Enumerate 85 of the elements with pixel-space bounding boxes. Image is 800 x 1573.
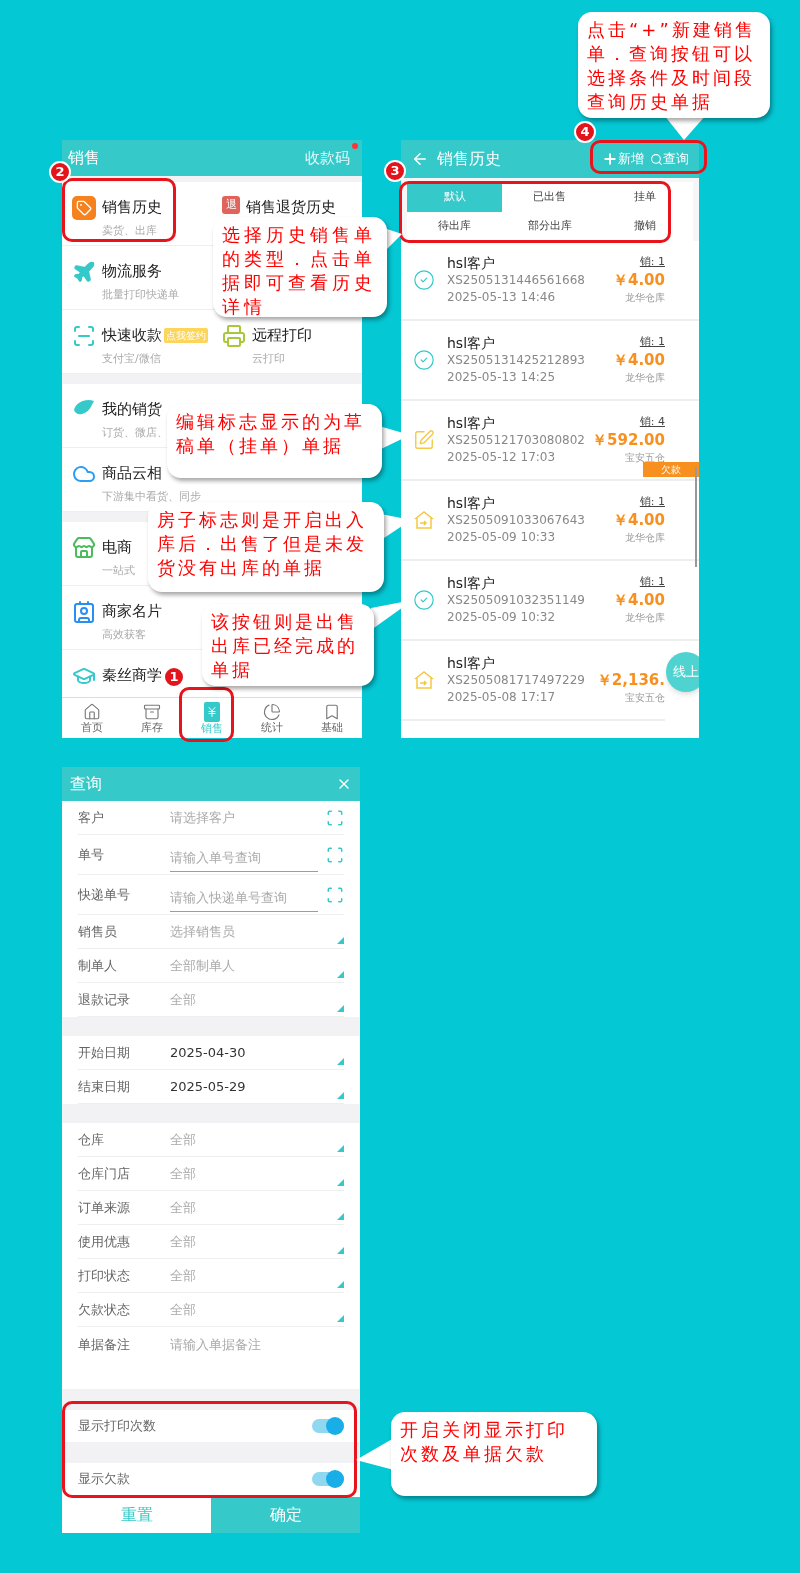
field-label: 开始日期 (78, 1043, 131, 1062)
order-number: XS2505131446561668 (447, 271, 585, 289)
menu-item-title: 我的销货 (102, 399, 162, 420)
order-number: XS2505121703080802 (447, 431, 585, 449)
header-title: 查询 (70, 773, 102, 795)
order-date: 2025-05-08 17:17 (447, 688, 557, 706)
field-label: 订单来源 (78, 1198, 131, 1217)
order-date: 2025-05-09 10:32 (447, 608, 557, 626)
order-amount: ￥2,136. (596, 671, 665, 689)
warehouse-name: 龙华仓库 (625, 611, 665, 625)
order-number: XS2505131425212893 (447, 351, 585, 369)
customer-name: hsl客户 (447, 254, 497, 272)
menu-item-subtitle: 卖货、出库 (102, 222, 158, 239)
customer-name: hsl客户 (447, 494, 497, 512)
menu-item-title: 快速收款 (102, 325, 162, 346)
order-number: XS2505081717497229 (447, 671, 585, 689)
warehouse-name: 龙华仓库 (625, 371, 665, 385)
item-count: 销: 1 (639, 334, 665, 350)
field-label: 仓库门店 (78, 1164, 131, 1183)
step-marker: 2 (49, 161, 71, 183)
order-date: 2025-05-13 14:46 (447, 288, 557, 306)
annotation-tooltip: 编辑标志显示的为草稿单（挂单）单据 (167, 404, 382, 478)
order-amount: ￥592.00 (592, 431, 665, 449)
header-title: 销售历史 (437, 148, 501, 170)
order-date: 2025-05-13 14:25 (447, 368, 557, 386)
menu-item-subtitle: 订货、微店、 (102, 424, 168, 441)
field-label: 快递单号 (78, 885, 131, 904)
step-marker: 4 (574, 121, 596, 143)
order-amount: ￥4.00 (613, 511, 665, 529)
warehouse-name: 龙华仓库 (625, 291, 665, 305)
promo-tag: 点我签约 (164, 327, 208, 343)
menu-item-title: 商家名片 (102, 601, 162, 622)
field-label: 退款记录 (78, 990, 131, 1009)
order-amount: ￥4.00 (613, 271, 665, 289)
menu-item-subtitle: 支付宝/微信 (102, 350, 162, 367)
menu-item-subtitle: 一站式 (102, 562, 135, 579)
annotation-tooltip: 选择历史销售单的类型．点击单据即可查看历史详情 (213, 217, 387, 317)
field-label: 结束日期 (78, 1077, 131, 1096)
step-marker: 3 (384, 160, 406, 182)
warehouse-name: 宝安五仓 (625, 691, 665, 705)
debt-tag: 欠款 (643, 462, 699, 477)
annotation-tooltip: 点击“+”新建销售单．查询按钮可以选择条件及时间段查询历史单据 (578, 12, 770, 118)
menu-item-title: 秦丝商学 (102, 665, 162, 686)
order-amount: ￥4.00 (613, 591, 665, 609)
return-badge: 退 (222, 196, 240, 214)
item-count: 销: 1 (639, 494, 665, 510)
warehouse-name: 龙华仓库 (625, 531, 665, 545)
header-title: 销售 (68, 147, 100, 169)
item-count: 销: 1 (639, 254, 665, 270)
customer-name: hsl客户 (447, 654, 497, 672)
customer-name: hsl客户 (447, 334, 497, 352)
menu-item-title: 远程打印 (252, 325, 312, 346)
annotation-tooltip: 房子标志则是开启出入库后．出售了但是未发货没有出库的单据 (148, 502, 384, 592)
customer-name: hsl客户 (447, 574, 497, 592)
menu-item-title: 销售退货历史 (246, 197, 336, 218)
toggle-label: 显示打印次数 (78, 1417, 156, 1436)
field-label: 单号 (78, 845, 105, 864)
menu-item-subtitle: 批量打印快递单 (102, 286, 179, 303)
warehouse-name: 宝安五仓 (625, 451, 665, 465)
field-label: 使用优惠 (78, 1232, 131, 1251)
menu-item-title: 物流服务 (102, 261, 162, 282)
menu-item-subtitle: 下游集中看货、同步 (102, 488, 201, 505)
annotation-tooltip: 该按钮则是出售出库已经完成的单据 (202, 604, 374, 686)
order-amount: ￥4.00 (613, 351, 665, 369)
toggle-label: 显示欠款 (78, 1470, 130, 1489)
field-label: 客户 (78, 808, 105, 827)
item-count: 销: 1 (639, 574, 665, 590)
item-count: 销: 4 (639, 414, 665, 430)
order-date: 2025-05-12 17:03 (447, 448, 557, 466)
field-label: 销售员 (78, 922, 118, 941)
order-date: 2025-05-09 10:33 (447, 528, 557, 546)
order-number: XS2505091032351149 (447, 591, 585, 609)
menu-item-subtitle: 云打印 (252, 350, 286, 367)
menu-item-subtitle: 高效获客 (102, 626, 147, 643)
customer-name: hsl客户 (447, 414, 497, 432)
order-number: XS2505091033067643 (447, 511, 585, 529)
field-label: 仓库 (78, 1130, 105, 1149)
field-label: 打印状态 (78, 1266, 131, 1285)
menu-item-title: 电商 (102, 537, 132, 558)
annotation-tooltip: 开启关闭显示打印次数及单据欠款 (391, 1412, 597, 1496)
menu-item-title: 销售历史 (102, 197, 162, 218)
field-label: 欠款状态 (78, 1300, 131, 1319)
field-label: 单据备注 (78, 1336, 131, 1354)
menu-item-title: 商品云相 (102, 463, 162, 484)
field-label: 制单人 (78, 956, 118, 975)
